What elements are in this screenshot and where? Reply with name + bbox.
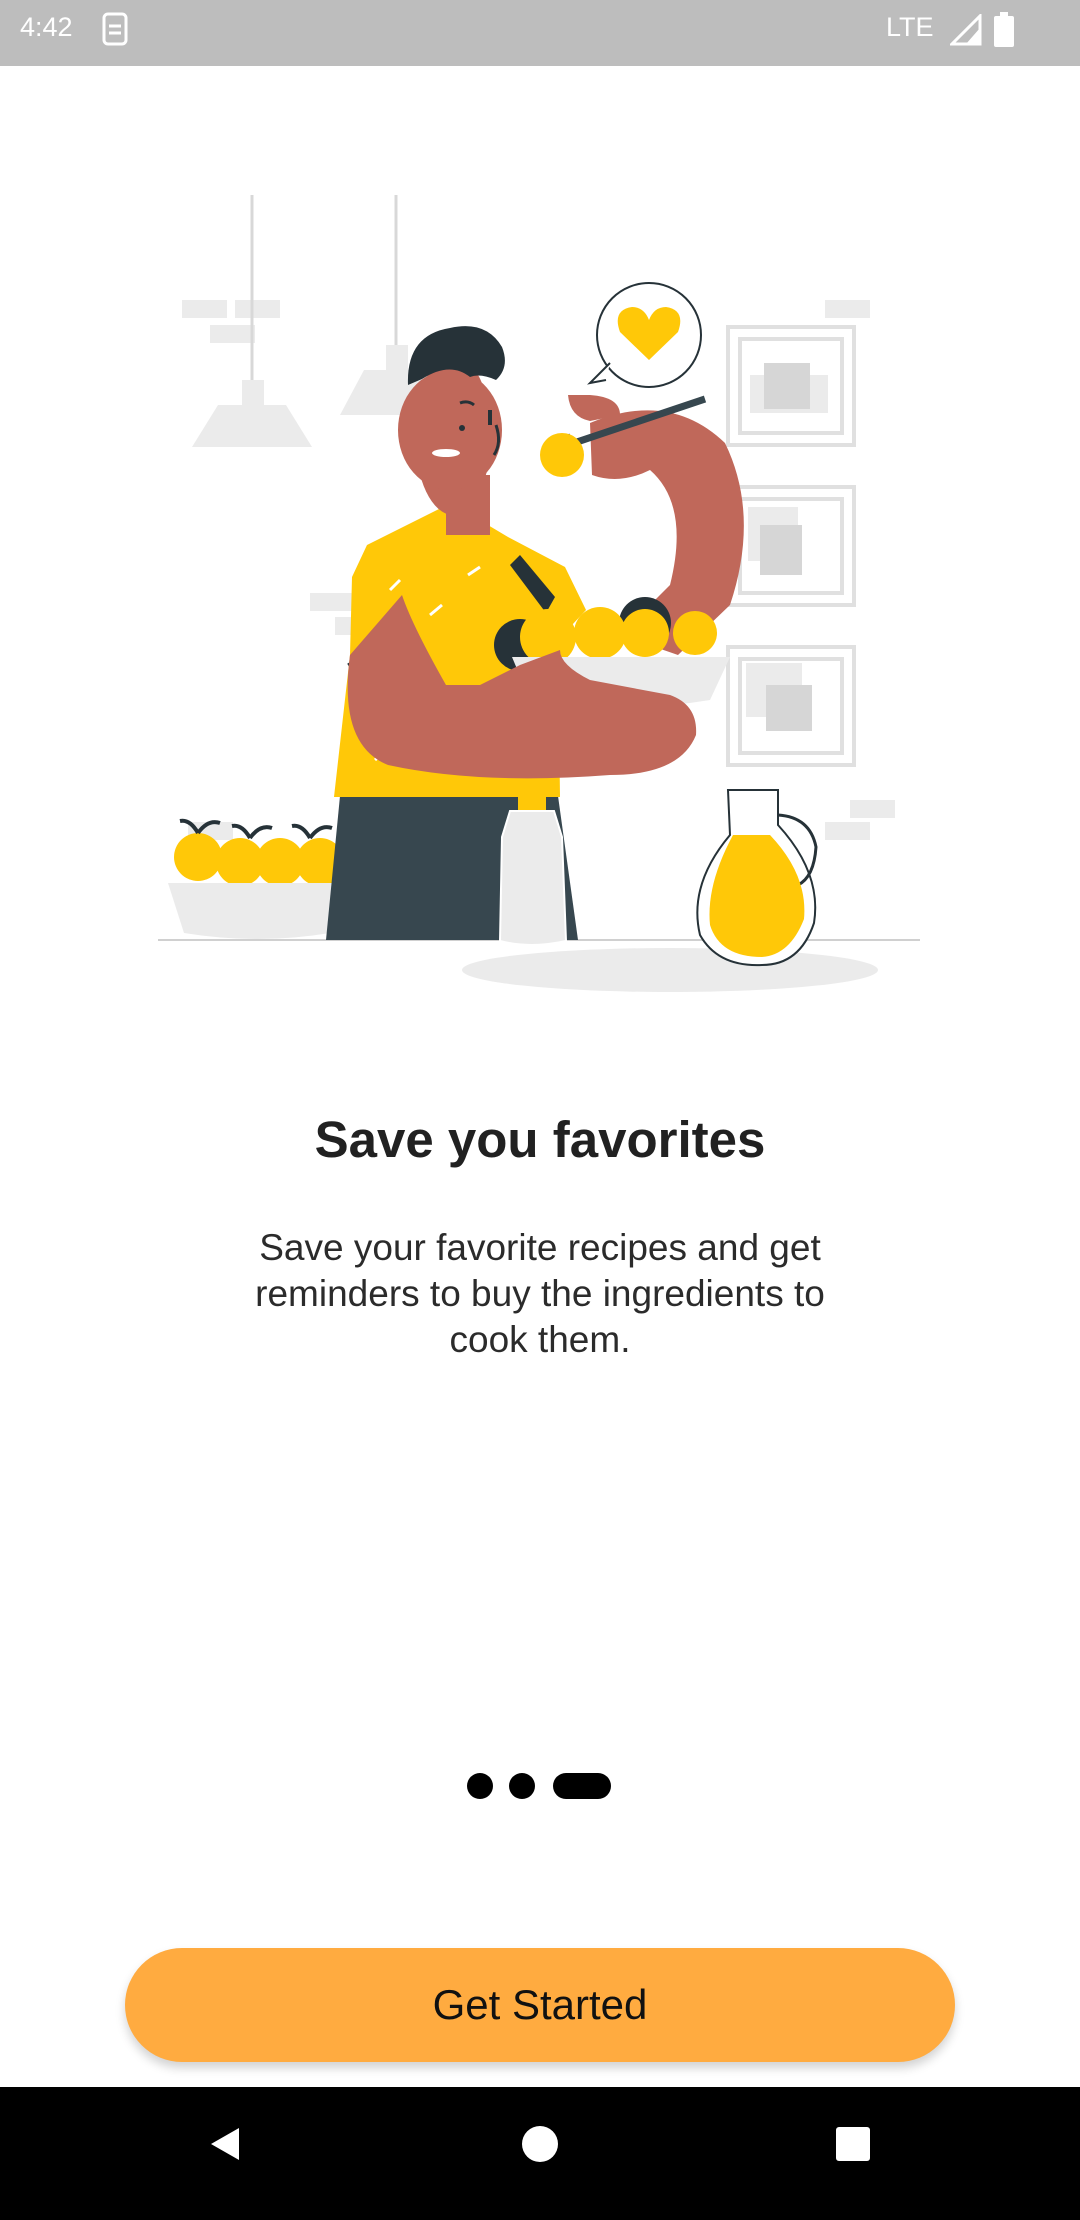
home-icon[interactable] xyxy=(520,2124,560,2164)
page-dot-2[interactable] xyxy=(509,1773,535,1799)
navigation-bar xyxy=(0,2087,1080,2220)
back-icon[interactable] xyxy=(205,2124,245,2164)
floor xyxy=(158,939,920,992)
battery-icon xyxy=(994,12,1014,47)
signal-icon xyxy=(950,14,982,46)
network-type: LTE xyxy=(886,12,934,42)
onboarding-description: Save your favorite recipes and get remin… xyxy=(255,1227,825,1360)
page-indicator xyxy=(467,1773,617,1799)
illustration xyxy=(158,195,920,992)
fruit-bowl xyxy=(168,818,346,939)
get-started-button[interactable]: Get Started xyxy=(125,1948,955,2062)
status-time: 4:42 xyxy=(20,12,73,42)
page-dot-3-active[interactable] xyxy=(553,1773,611,1799)
recents-icon[interactable] xyxy=(833,2124,873,2164)
status-bar: 4:42 LTE xyxy=(0,0,1080,66)
water-bottle xyxy=(498,797,568,946)
onboarding-title: Save you favorites xyxy=(314,1111,766,1168)
page-dot-1[interactable] xyxy=(467,1773,493,1799)
oil-jar xyxy=(696,789,818,967)
sim-card-icon xyxy=(102,12,128,46)
frame-art xyxy=(746,363,828,731)
